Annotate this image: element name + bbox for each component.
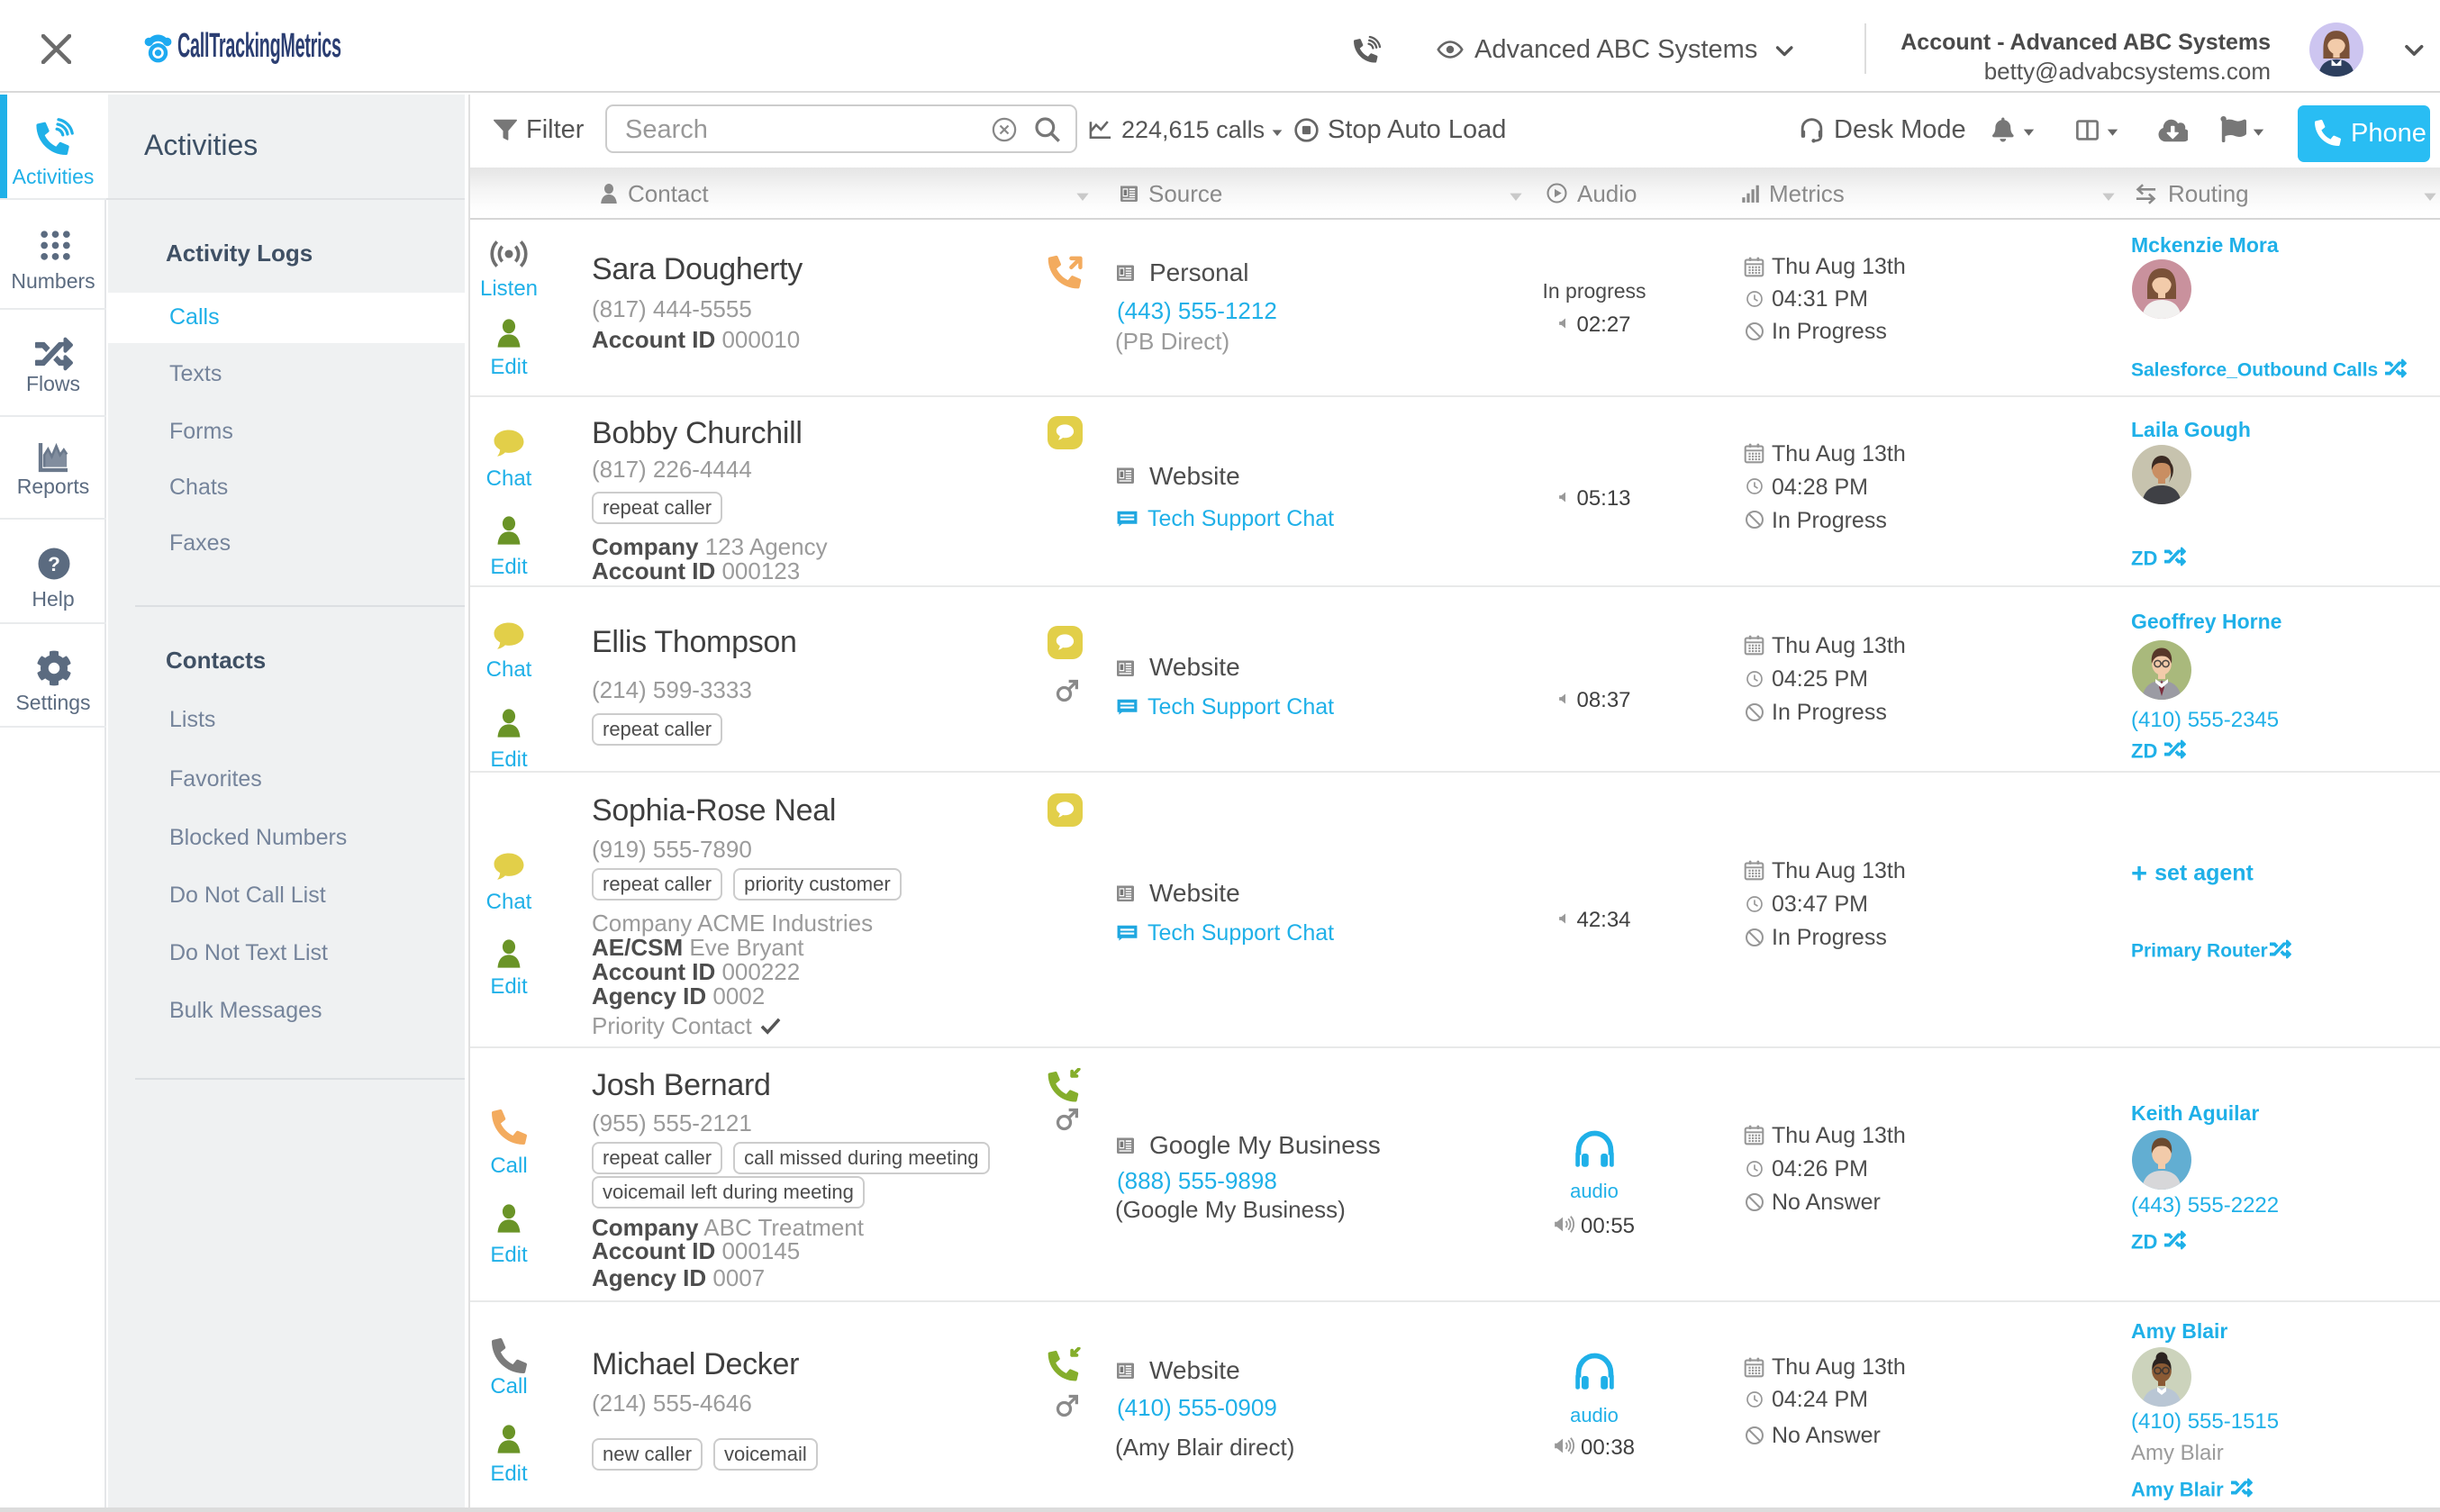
svg-text:?: ? — [48, 553, 60, 575]
